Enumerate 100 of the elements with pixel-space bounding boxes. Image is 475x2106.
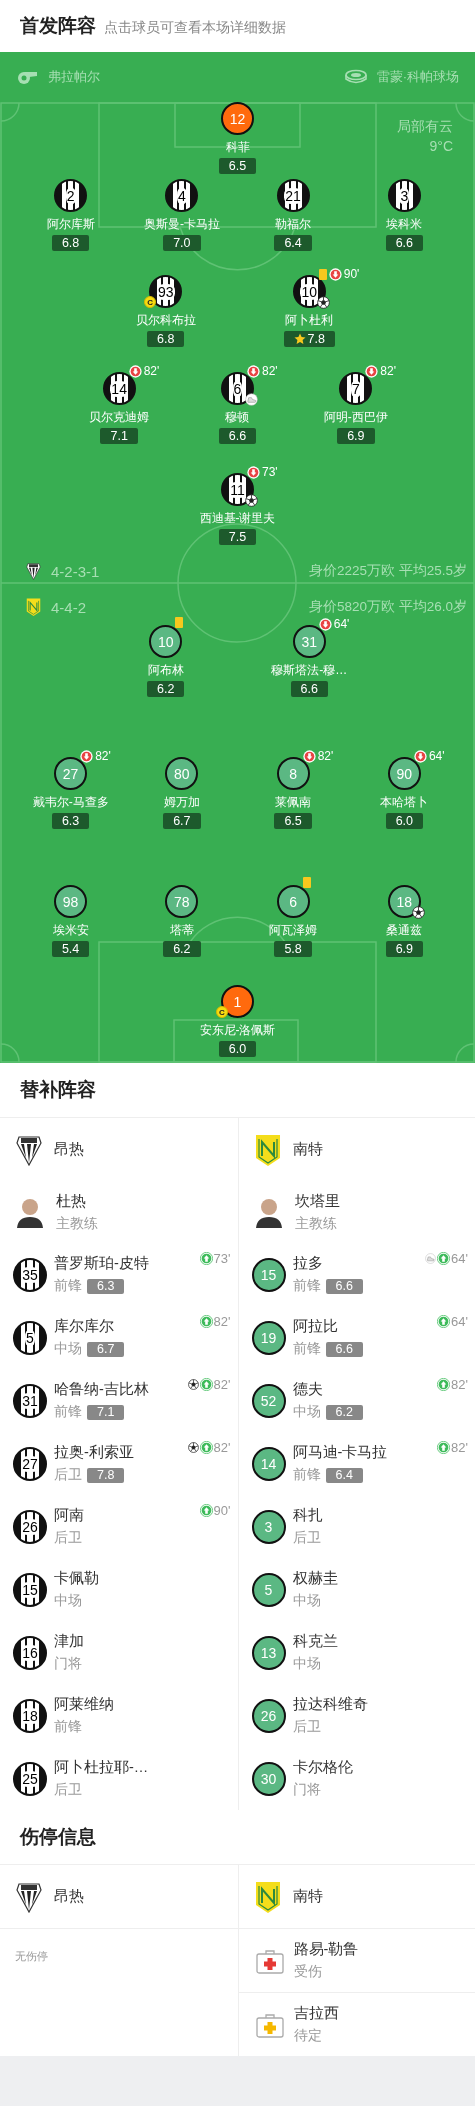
section-title: 伤停信息 xyxy=(0,1810,475,1865)
player-number: 8 xyxy=(288,765,298,782)
player-name: 埃科米 xyxy=(386,216,423,233)
player-marker[interactable]: 6 xyxy=(276,885,310,918)
player-number: 11 xyxy=(229,481,246,498)
player-number: 4 xyxy=(176,187,187,204)
substitution-in-icon xyxy=(437,1441,451,1454)
club-crest-icon xyxy=(16,1880,42,1913)
player-marker[interactable]: 10 xyxy=(149,625,183,658)
player-marker[interactable]: 3 xyxy=(251,1509,286,1544)
player-marker[interactable]: 52 xyxy=(251,1383,286,1418)
substitution-minute: 82' xyxy=(213,1314,231,1329)
player-marker[interactable]: 98 xyxy=(54,885,88,918)
player-position: 门将 xyxy=(292,1781,321,1799)
substitution-minute: 82' xyxy=(143,364,160,378)
player-marker[interactable]: 15 xyxy=(251,1257,286,1292)
substitution-out-icon xyxy=(302,749,316,763)
substitution-in-icon xyxy=(199,1378,213,1391)
substitution-minute: 82' xyxy=(317,749,334,763)
player-marker[interactable]: 21 xyxy=(276,179,310,212)
player-marker[interactable]: 90 xyxy=(387,757,421,790)
player-position: 后卫 xyxy=(54,1781,82,1799)
player-marker[interactable]: 14 xyxy=(102,372,136,405)
player-marker[interactable]: 31 xyxy=(13,1383,47,1418)
player-marker[interactable]: 19 xyxy=(251,1320,286,1355)
player-name: 阿瓦泽姆 xyxy=(269,922,318,939)
player-number: 7 xyxy=(350,380,361,397)
player-number: 6 xyxy=(288,893,298,910)
coach-role: 主教练 xyxy=(56,1214,98,1233)
referee-name: 弗拉帕尔 xyxy=(48,68,100,86)
player-number: 15 xyxy=(259,1266,278,1283)
player-marker[interactable]: 13 xyxy=(251,1635,286,1670)
player-number: 13 xyxy=(259,1644,278,1661)
medical-kit-icon xyxy=(255,2011,284,2038)
player-number: 14 xyxy=(110,380,128,397)
team-value-info: 身价2225万欧 平均25.5岁 xyxy=(308,562,467,580)
player-marker[interactable]: 3 xyxy=(387,179,421,212)
player-number: 25 xyxy=(21,1770,39,1787)
player-marker[interactable]: 27 xyxy=(54,757,88,790)
player-name: 阿尔库斯 xyxy=(46,216,95,233)
player-position: 中场 xyxy=(54,1340,82,1358)
section-title: 首发阵容 xyxy=(20,14,96,38)
player-number: 35 xyxy=(21,1266,39,1283)
player-position: 前锋 xyxy=(292,1277,321,1295)
substitution-minute: 82' xyxy=(213,1377,231,1392)
substitution-minute: 82' xyxy=(451,1377,468,1392)
player-marker[interactable]: 14 xyxy=(251,1446,286,1481)
player-marker[interactable]: 78 xyxy=(165,885,199,918)
player-name: 拉奥-利索亚 xyxy=(54,1443,134,1462)
player-marker[interactable]: 5 xyxy=(13,1320,47,1355)
player-marker[interactable]: 5 xyxy=(251,1572,286,1607)
player-name: 贝尔克迪姆 xyxy=(89,409,150,426)
substitution-out-icon xyxy=(365,364,379,378)
player-name: 科克兰 xyxy=(292,1632,338,1651)
coach-role: 主教练 xyxy=(294,1214,338,1233)
club-crest-icon xyxy=(16,1133,42,1166)
player-number: 30 xyxy=(259,1770,278,1787)
player-name: 奥斯曼-卡马拉 xyxy=(143,216,220,233)
player-name: 科扎 xyxy=(292,1506,323,1525)
player-rating: 6.3 xyxy=(87,1278,125,1294)
player-position: 前锋 xyxy=(292,1340,321,1358)
player-marker[interactable]: 26 xyxy=(13,1509,47,1544)
player-marker[interactable]: 12 xyxy=(221,102,254,135)
substitution-minute: 73' xyxy=(213,1251,231,1266)
player-number: 80 xyxy=(173,765,191,782)
substitution-out-icon xyxy=(328,267,342,281)
substitution-out-icon xyxy=(128,364,142,378)
player-position: 后卫 xyxy=(54,1529,82,1547)
team-name: 南特 xyxy=(292,1140,323,1159)
player-marker[interactable]: 25 xyxy=(13,1761,47,1796)
player-marker[interactable]: 4 xyxy=(165,179,199,212)
substitution-minute: 90' xyxy=(343,267,360,281)
player-name: 津加 xyxy=(54,1632,84,1651)
football-icon xyxy=(187,1379,199,1390)
player-marker[interactable]: 30 xyxy=(251,1761,286,1796)
player-rating: 5.4 xyxy=(51,941,90,957)
player-marker[interactable]: 18 xyxy=(13,1698,47,1733)
player-position: 前锋 xyxy=(54,1718,82,1736)
substitution-minute: 82' xyxy=(451,1440,468,1455)
player-rating: 6.8 xyxy=(147,331,185,347)
player-number: 78 xyxy=(173,893,191,910)
player-marker[interactable]: 26 xyxy=(251,1698,286,1733)
player-marker[interactable]: 8 xyxy=(276,757,310,790)
player-marker[interactable]: 80 xyxy=(165,757,199,790)
player-marker[interactable]: 18 xyxy=(387,885,421,918)
substitution-in-icon xyxy=(199,1504,213,1517)
player-marker[interactable]: 2 xyxy=(54,179,88,212)
player-number: 31 xyxy=(21,1392,39,1409)
player-number: 5 xyxy=(25,1329,35,1346)
player-marker[interactable]: 27 xyxy=(13,1446,47,1481)
player-marker[interactable]: 15 xyxy=(13,1572,47,1607)
star-icon xyxy=(293,333,306,345)
player-marker[interactable]: 35 xyxy=(13,1257,47,1292)
substitution-in-icon xyxy=(199,1441,213,1454)
player-position: 后卫 xyxy=(292,1529,321,1547)
player-marker[interactable]: 7 xyxy=(339,372,373,405)
coach-name: 坎塔里 xyxy=(294,1191,340,1211)
player-marker[interactable]: 31 xyxy=(292,625,326,658)
booking-card-icon xyxy=(302,877,311,888)
player-marker[interactable]: 16 xyxy=(13,1635,47,1670)
